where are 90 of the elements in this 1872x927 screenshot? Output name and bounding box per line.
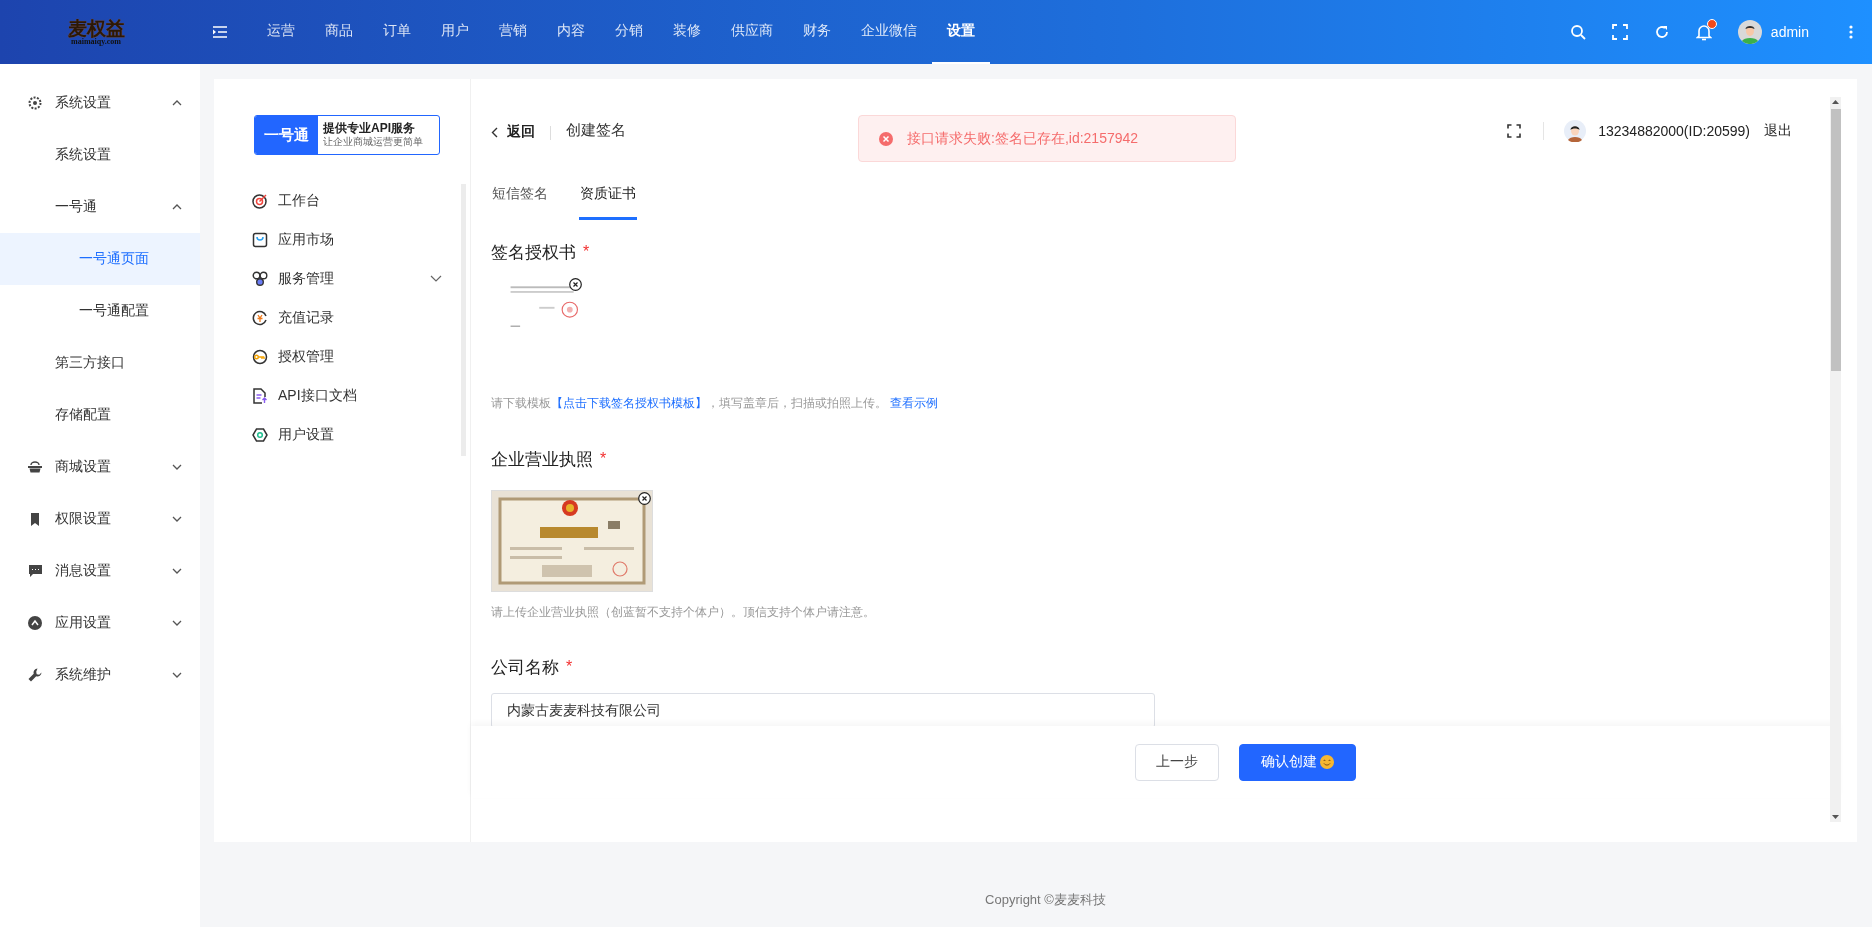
menu-item[interactable]: 工作台 xyxy=(214,181,470,220)
basket-icon xyxy=(28,461,42,473)
avatar-icon xyxy=(1564,120,1587,142)
sidebar-item[interactable]: 消息设置 xyxy=(0,545,200,597)
chevron-down-icon xyxy=(172,672,182,678)
message-icon xyxy=(28,565,42,577)
sidebar-item[interactable]: 系统设置 xyxy=(0,129,200,181)
nav-tab[interactable]: 企业微信 xyxy=(846,0,932,64)
field-label: 公司名称 xyxy=(491,656,559,679)
sidebar-item[interactable]: 存储配置 xyxy=(0,389,200,441)
refresh-icon[interactable] xyxy=(1653,24,1670,40)
menu-item[interactable]: API接口文档 xyxy=(214,376,470,415)
document-icon xyxy=(252,387,268,404)
scroll-down-icon[interactable] xyxy=(1832,815,1839,819)
chevron-down-icon xyxy=(172,464,182,470)
logout-link[interactable]: 退出 xyxy=(1764,122,1792,140)
nav-tab[interactable]: 供应商 xyxy=(716,0,788,64)
account-id: 13234882000(ID:20599) xyxy=(1598,123,1750,139)
menu-item[interactable]: 服务管理 xyxy=(214,259,470,298)
search-icon[interactable] xyxy=(1569,24,1586,40)
tab[interactable]: 短信签名 xyxy=(491,175,549,219)
field-label: 签名授权书 xyxy=(491,241,576,264)
menu-item[interactable]: 用户设置 xyxy=(214,415,470,454)
target-icon xyxy=(252,192,268,209)
nav-tab[interactable]: 用户 xyxy=(426,0,484,64)
nodes-icon xyxy=(252,270,268,287)
chevron-down-icon xyxy=(430,275,442,282)
bag-icon xyxy=(252,231,268,248)
sidebar-item[interactable]: 一号通 xyxy=(0,181,200,233)
required-mark-icon: * xyxy=(583,243,590,261)
chevron-up-icon xyxy=(172,100,182,106)
more-icon[interactable] xyxy=(1849,25,1853,39)
nav-tab[interactable]: 运营 xyxy=(252,0,310,64)
nav-tab[interactable]: 订单 xyxy=(368,0,426,64)
chevron-up-icon xyxy=(172,204,182,210)
nav-tab[interactable]: 内容 xyxy=(542,0,600,64)
sidebar-item[interactable]: 一号通页面 xyxy=(0,233,200,285)
required-mark-icon: * xyxy=(566,658,573,676)
hint-text: 请上传企业营业执照（创蓝暂不支持个体户）。顶信支持个体户请注意。 xyxy=(491,604,876,621)
fullscreen-icon[interactable] xyxy=(1507,124,1522,138)
sidebar-item[interactable]: 系统设置 xyxy=(0,77,200,129)
download-link[interactable]: 查看示例 xyxy=(890,396,939,410)
company-name-input[interactable]: 内蒙古麦麦科技有限公司 xyxy=(491,693,1155,726)
service-badge: 一号通 提供专业API服务 让企业商城运营更简单 xyxy=(254,115,440,155)
sidebar-item[interactable]: 一号通配置 xyxy=(0,285,200,337)
field-label: 企业营业执照 xyxy=(491,448,593,471)
sidebar-item[interactable]: 商城设置 xyxy=(0,441,200,493)
confirm-button[interactable]: 确认创建 xyxy=(1238,743,1356,781)
app-icon xyxy=(28,616,42,630)
copyright-text: Copyright ©麦麦科技 xyxy=(984,891,1107,909)
nav-tab[interactable]: 营销 xyxy=(484,0,542,64)
scrollbar[interactable] xyxy=(1830,97,1841,822)
error-icon xyxy=(879,131,893,146)
bell-icon[interactable] xyxy=(1695,23,1712,41)
chevron-left-icon xyxy=(491,126,498,138)
bookmark-icon xyxy=(30,512,40,526)
previous-button[interactable]: 上一步 xyxy=(1134,743,1219,781)
nav-tab[interactable]: 设置 xyxy=(932,0,990,64)
nav-tab[interactable]: 装修 xyxy=(658,0,716,64)
menu-item[interactable]: 充值记录 xyxy=(214,298,470,337)
gear-icon xyxy=(28,96,42,110)
tab[interactable]: 资质证书 xyxy=(579,175,637,220)
back-link[interactable]: 返回 xyxy=(491,123,535,141)
logo: 麦权益 maimaiqy.com xyxy=(66,18,126,46)
hint-text: 请下载模板【点击下载签名授权书模板】，填写盖章后，扫描或拍照上传。 查看示例 xyxy=(491,395,940,412)
menu-item[interactable]: 应用市场 xyxy=(214,220,470,259)
avatar-icon[interactable] xyxy=(1737,20,1762,44)
menu-icon[interactable] xyxy=(213,26,227,38)
sidebar-item[interactable]: 第三方接口 xyxy=(0,337,200,389)
key-icon xyxy=(252,348,268,365)
sidebar-item[interactable]: 系统维护 xyxy=(0,649,200,701)
coin-icon xyxy=(252,309,268,326)
close-icon[interactable] xyxy=(569,278,582,291)
toast-message: 接口请求失败:签名已存在,id:2157942 xyxy=(907,129,1139,148)
sidebar-item[interactable]: 应用设置 xyxy=(0,597,200,649)
download-link[interactable]: 【点击下载签名授权书模板】 xyxy=(551,396,707,410)
chevron-down-icon xyxy=(172,516,182,522)
nav-tab[interactable]: 财务 xyxy=(788,0,846,64)
sidebar-item[interactable]: 权限设置 xyxy=(0,493,200,545)
chevron-down-icon xyxy=(172,568,182,574)
menu-item[interactable]: 授权管理 xyxy=(214,337,470,376)
scroll-up-icon[interactable] xyxy=(1832,100,1839,104)
nav-tab[interactable]: 商品 xyxy=(310,0,368,64)
chevron-down-icon xyxy=(172,620,182,626)
close-icon[interactable] xyxy=(638,492,651,505)
wrench-icon xyxy=(28,668,42,682)
hexagon-icon xyxy=(252,426,268,443)
nav-tab[interactable]: 分销 xyxy=(600,0,658,64)
required-mark-icon: * xyxy=(600,450,607,468)
page-title: 创建签名 xyxy=(566,121,626,140)
